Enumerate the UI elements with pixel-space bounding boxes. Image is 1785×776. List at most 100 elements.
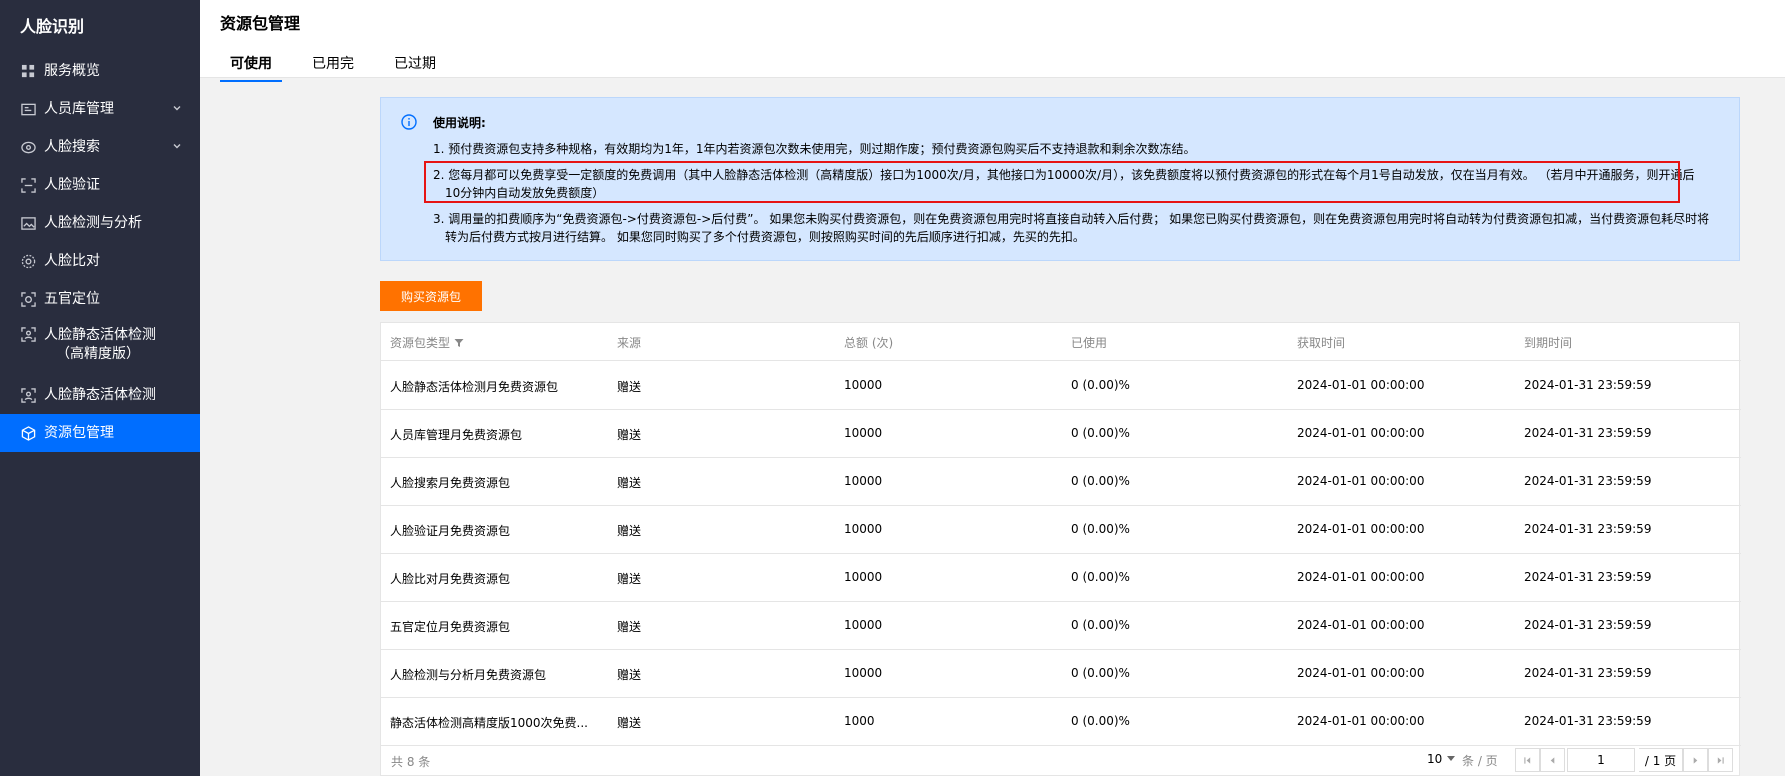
cell-acquired: 2024-01-01 00:00:00 — [1297, 570, 1425, 584]
cell-type: 人脸静态活体检测月免费资源包 — [390, 380, 559, 394]
total-pages: / 1 页 — [1639, 748, 1683, 772]
chevron-down-icon — [173, 144, 181, 149]
cell-expire: 2024-01-31 23:59:59 — [1524, 378, 1652, 392]
sidebar-item-label: 人脸静态活体检测 — [44, 327, 156, 343]
tab-used-up[interactable]: 已用完 — [302, 49, 364, 81]
column-header-expire: 到期时间 — [1524, 336, 1573, 350]
column-header-total: 总额 (次) — [844, 336, 894, 350]
cell-source: 赠送 — [617, 428, 642, 442]
tab-available[interactable]: 可使用 — [220, 49, 282, 82]
cell-used: 0 (0.00)% — [1071, 570, 1130, 584]
cell-type: 人脸验证月免费资源包 — [390, 524, 511, 538]
cell-acquired: 2024-01-01 00:00:00 — [1297, 714, 1425, 728]
caret-down-icon — [1447, 756, 1456, 761]
highlight-box — [424, 161, 1680, 203]
cell-expire: 2024-01-31 23:59:59 — [1524, 426, 1652, 440]
table-header: 资源包类型 来源 总额 (次) 已使用 获取时间 到期时间 — [381, 323, 1741, 361]
sidebar-item-face-compare[interactable]: 人脸比对 — [0, 242, 200, 280]
cell-source: 赠送 — [617, 572, 642, 586]
first-page-button[interactable] — [1515, 748, 1540, 772]
sidebar-item-facial-landmarks[interactable]: 五官定位 — [0, 280, 200, 318]
cell-expire: 2024-01-31 23:59:59 — [1524, 522, 1652, 536]
table-row: 人员库管理月免费资源包 赠送 10000 0 (0.00)% 2024-01-0… — [381, 410, 1741, 458]
grid-icon — [20, 63, 36, 79]
package-icon — [20, 425, 36, 441]
cell-used: 0 (0.00)% — [1071, 522, 1130, 536]
sidebar-item-liveness-hd[interactable]: 人脸静态活体检测 （高精度版） — [0, 318, 200, 378]
liveness-hd-icon — [20, 326, 36, 342]
resource-package-table: 资源包类型 来源 总额 (次) 已使用 获取时间 到期时间 人脸静态活体检测月免… — [380, 322, 1741, 776]
column-header-source: 来源 — [617, 336, 642, 350]
prev-page-button[interactable] — [1540, 748, 1565, 772]
sidebar-item-sublabel: （高精度版） — [56, 346, 140, 362]
cell-total: 10000 — [844, 570, 883, 584]
cell-total: 10000 — [844, 426, 883, 440]
chevron-down-icon — [173, 106, 181, 111]
cell-acquired: 2024-01-01 00:00:00 — [1297, 666, 1425, 680]
page-header: 资源包管理 可使用 已用完 已过期 — [200, 0, 1785, 82]
locate-icon — [20, 291, 36, 307]
page-number-input[interactable] — [1567, 748, 1635, 772]
cell-acquired: 2024-01-01 00:00:00 — [1297, 522, 1425, 536]
page-title: 资源包管理 — [220, 14, 301, 33]
prev-page-icon — [1550, 756, 1555, 764]
cell-type: 人脸比对月免费资源包 — [390, 572, 511, 586]
sidebar-item-person-library[interactable]: 人员库管理 — [0, 90, 200, 128]
liveness-icon — [20, 387, 36, 403]
sidebar-item-face-verify[interactable]: 人脸验证 — [0, 166, 200, 204]
cell-expire: 2024-01-31 23:59:59 — [1524, 618, 1652, 632]
filter-icon[interactable] — [454, 338, 464, 348]
cell-used: 0 (0.00)% — [1071, 378, 1130, 392]
id-card-icon — [20, 101, 36, 117]
cell-source: 赠送 — [617, 716, 642, 730]
sidebar-item-face-detect[interactable]: 人脸检测与分析 — [0, 204, 200, 242]
cell-source: 赠送 — [617, 380, 642, 394]
cell-type: 人脸检测与分析月免费资源包 — [390, 668, 547, 682]
page-size-unit: 条 / 页 — [1462, 754, 1498, 768]
compare-icon — [20, 253, 36, 269]
table-row: 人脸静态活体检测月免费资源包 赠送 10000 0 (0.00)% 2024-0… — [381, 362, 1741, 410]
sidebar-item-overview[interactable]: 服务概览 — [0, 52, 200, 90]
notice-line-1: 1. 预付费资源包支持多种规格，有效期均为1年，1年内若资源包次数未使用完，则过… — [433, 142, 1196, 156]
sidebar-item-label: 人脸搜索 — [44, 138, 100, 155]
cell-total: 10000 — [844, 474, 883, 488]
cell-source: 赠送 — [617, 524, 642, 538]
cell-total: 10000 — [844, 378, 883, 392]
tab-bar: 可使用 已用完 已过期 — [220, 49, 466, 82]
table-row: 五官定位月免费资源包 赠送 10000 0 (0.00)% 2024-01-01… — [381, 602, 1741, 650]
sidebar-item-label: 人脸静态活体检测 — [44, 386, 156, 403]
table-row: 人脸搜索月免费资源包 赠送 10000 0 (0.00)% 2024-01-01… — [381, 458, 1741, 506]
usage-notice: 使用说明: 1. 预付费资源包支持多种规格，有效期均为1年，1年内若资源包次数未… — [380, 97, 1740, 261]
tab-expired[interactable]: 已过期 — [384, 49, 446, 81]
table-row: 人脸检测与分析月免费资源包 赠送 10000 0 (0.00)% 2024-01… — [381, 650, 1741, 698]
cell-total: 1000 — [844, 714, 875, 728]
first-page-icon — [1524, 756, 1531, 764]
last-page-button[interactable] — [1708, 748, 1733, 772]
cell-acquired: 2024-01-01 00:00:00 — [1297, 618, 1425, 632]
notice-title: 使用说明: — [433, 116, 486, 130]
sidebar-item-face-search[interactable]: 人脸搜索 — [0, 128, 200, 166]
cell-acquired: 2024-01-01 00:00:00 — [1297, 378, 1425, 392]
page-size-select[interactable]: 10 — [1427, 752, 1456, 766]
notice-line-3-cont: 转为后付费方式按月进行结算。 如果您同时购买了多个付费资源包，则按照购买时间的先… — [445, 230, 1085, 244]
cell-source: 赠送 — [617, 668, 642, 682]
cell-used: 0 (0.00)% — [1071, 474, 1130, 488]
sidebar-item-label: 资源包管理 — [44, 424, 114, 441]
sidebar-item-liveness[interactable]: 人脸静态活体检测 — [0, 376, 200, 414]
cell-used: 0 (0.00)% — [1071, 666, 1130, 680]
cell-source: 赠送 — [617, 620, 642, 634]
sidebar-item-resource-packages[interactable]: 资源包管理 — [0, 414, 200, 452]
buy-package-button[interactable]: 购买资源包 — [380, 281, 482, 311]
next-page-icon — [1693, 756, 1698, 764]
cell-expire: 2024-01-31 23:59:59 — [1524, 474, 1652, 488]
image-analysis-icon — [20, 215, 36, 231]
sidebar-item-label: 人脸验证 — [44, 176, 100, 193]
face-search-icon — [20, 139, 36, 155]
column-header-type: 资源包类型 — [390, 334, 464, 351]
cell-total: 10000 — [844, 666, 883, 680]
cell-type: 人员库管理月免费资源包 — [390, 428, 523, 442]
total-count: 共 8 条 — [391, 755, 431, 769]
next-page-button[interactable] — [1683, 748, 1708, 772]
cell-expire: 2024-01-31 23:59:59 — [1524, 666, 1652, 680]
sidebar-item-label: 人员库管理 — [44, 100, 114, 117]
